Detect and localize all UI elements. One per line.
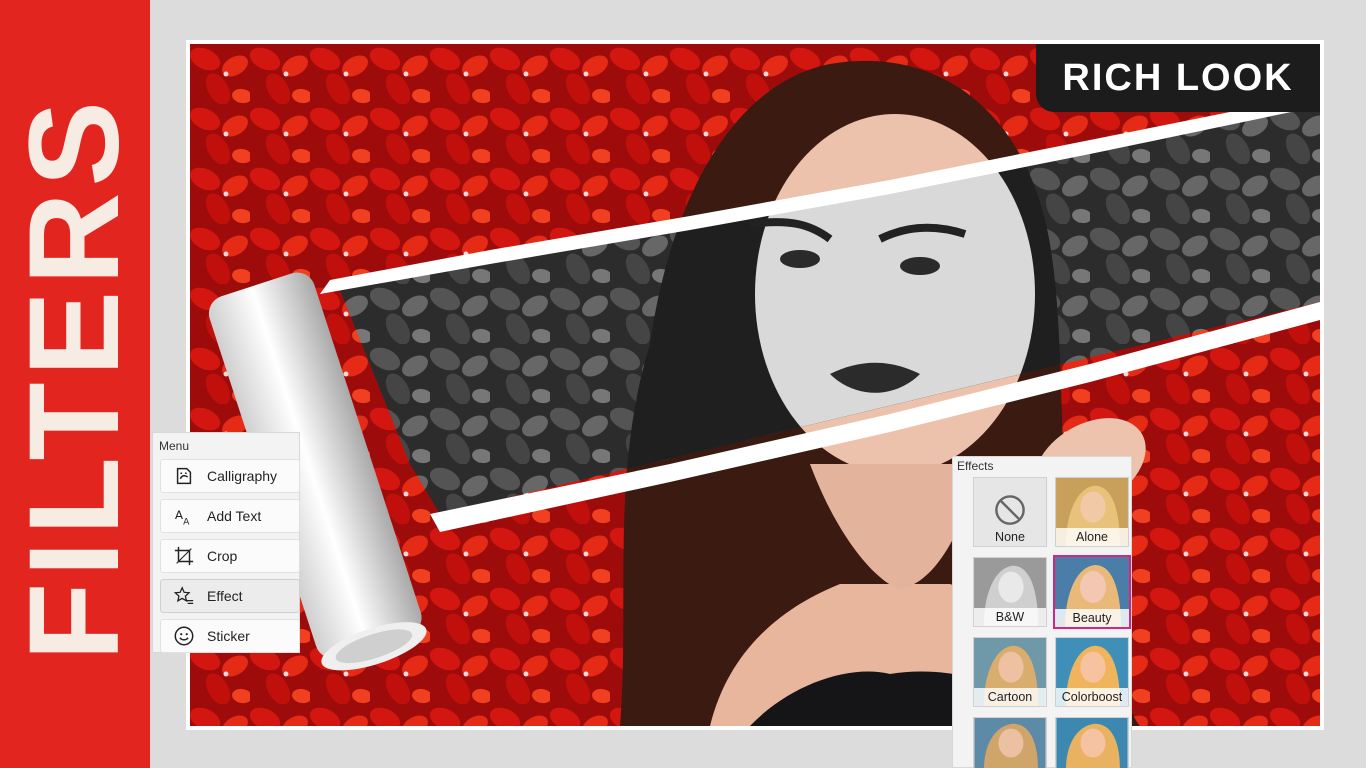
effect-thumbnail [1056, 718, 1128, 768]
effect-tile-cartoon[interactable]: Cartoon [973, 637, 1047, 707]
menu-item-label: Add Text [207, 508, 262, 524]
rich-look-badge: RICH LOOK [1036, 44, 1320, 112]
menu-item-crop[interactable]: Crop [160, 539, 300, 573]
smiley-icon [161, 619, 207, 653]
effect-label: Colorboost [1056, 688, 1128, 706]
portrait-photo [190, 44, 1320, 726]
effect-tile-cool[interactable] [973, 717, 1047, 768]
effect-label: Beauty [1055, 609, 1129, 627]
effect-label: Cartoon [974, 688, 1046, 706]
banner-title: FILTERS [3, 95, 146, 661]
star-effect-icon [161, 579, 207, 613]
effect-label: None [995, 530, 1025, 544]
menu-panel: Menu Calligraphy AA Add Text Crop Effect… [152, 432, 300, 653]
effect-tile-colorboost[interactable]: Colorboost [1055, 637, 1129, 707]
calligraphy-icon [161, 459, 207, 493]
text-size-icon: AA [161, 499, 207, 533]
effect-label: Alone [1056, 528, 1128, 546]
menu-item-label: Effect [207, 588, 243, 604]
svg-text:A: A [183, 516, 190, 527]
effect-tile-bw[interactable]: B&W [973, 557, 1047, 627]
crop-icon [161, 539, 207, 573]
menu-item-effect[interactable]: Effect [160, 579, 300, 613]
menu-item-label: Sticker [207, 628, 250, 644]
menu-item-add-text[interactable]: AA Add Text [160, 499, 300, 533]
filters-banner: FILTERS [0, 0, 150, 768]
badge-text: RICH LOOK [1062, 56, 1294, 99]
photo-frame [186, 40, 1324, 730]
effect-tile-beauty[interactable]: Beauty [1053, 555, 1131, 629]
effects-heading: Effects [957, 459, 994, 473]
effect-label: B&W [974, 608, 1046, 626]
menu-item-calligraphy[interactable]: Calligraphy [160, 459, 300, 493]
photo-illustration [190, 44, 1320, 726]
effect-tile-warm[interactable] [1055, 717, 1129, 768]
effect-tile-alone[interactable]: Alone [1055, 477, 1129, 547]
effect-tile-none[interactable]: None [973, 477, 1047, 547]
effects-panel: Effects None Alone B&W Beauty Cartoon Co… [952, 456, 1132, 768]
menu-item-label: Calligraphy [207, 468, 278, 484]
effect-thumbnail [974, 718, 1046, 768]
menu-item-sticker[interactable]: Sticker [160, 619, 300, 653]
menu-item-label: Crop [207, 548, 238, 564]
menu-heading: Menu [159, 439, 190, 453]
